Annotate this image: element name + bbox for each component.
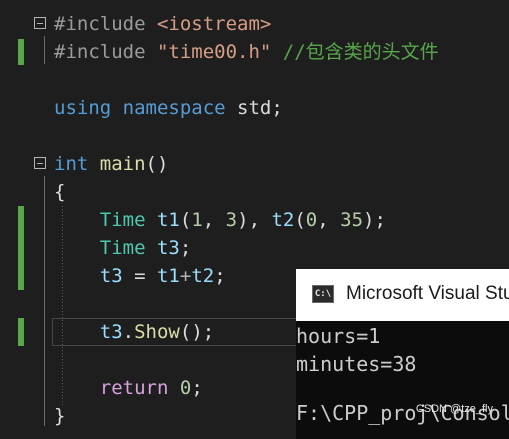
code-token: 35 <box>340 209 364 231</box>
code-line[interactable]: int main() <box>0 150 509 178</box>
code-token: { <box>54 181 66 203</box>
code-token: #include <box>54 41 157 63</box>
code-token: 1 <box>191 209 203 231</box>
code-line[interactable]: Time t1(1, 3), t2(0, 35); <box>0 206 509 234</box>
code-text: #include <iostream> <box>54 10 271 38</box>
code-token: <iostream> <box>156 13 272 35</box>
code-text: using namespace std; <box>54 94 283 122</box>
indent-guide <box>62 206 63 406</box>
code-token: int <box>54 153 89 175</box>
code-token: using <box>54 97 112 119</box>
code-text: } <box>54 402 65 429</box>
code-text: t3 = t1+t2; <box>54 262 226 290</box>
code-token: "time00.h" <box>156 41 283 63</box>
code-token: t1 <box>156 265 180 287</box>
code-token: ( <box>179 209 192 231</box>
code-token: t1 <box>156 209 180 231</box>
code-token: ; <box>214 265 226 287</box>
change-bar <box>18 318 24 346</box>
code-line[interactable]: using namespace std; <box>0 94 509 122</box>
code-text: { <box>54 178 65 206</box>
code-text: Time t3; <box>54 234 192 262</box>
code-token: #include <box>54 13 157 35</box>
console-title: Microsoft Visual Studio 调试控制台 <box>346 283 509 304</box>
code-token: + <box>179 265 192 287</box>
code-token: return <box>99 377 169 399</box>
code-token: , <box>317 209 341 231</box>
current-line-highlight <box>52 318 302 346</box>
code-token: ); <box>363 209 386 231</box>
code-token: } <box>54 405 66 427</box>
console-titlebar[interactable]: C:\ Microsoft Visual Studio 调试控制台 <box>296 269 509 321</box>
code-text: Time t1(1, 3), t2(0, 35); <box>54 206 386 234</box>
code-token: ; <box>179 237 192 259</box>
change-bar <box>18 206 24 290</box>
code-token: namespace <box>122 97 226 119</box>
code-token: //包含类的头文件 <box>282 41 439 63</box>
code-line[interactable]: #include "time00.h" //包含类的头文件 <box>0 38 509 66</box>
code-token: ( <box>294 209 306 231</box>
code-token: , <box>202 209 226 231</box>
code-line[interactable]: Time t3; <box>0 234 509 262</box>
code-token: t2 <box>271 209 295 231</box>
code-token: Time <box>99 237 146 259</box>
console-output-line: hours=1 <box>296 324 381 348</box>
fold-toggle-icon[interactable] <box>34 17 46 29</box>
code-text: return 0; <box>54 374 203 402</box>
code-line[interactable] <box>0 122 509 150</box>
code-line[interactable]: { <box>0 178 509 206</box>
code-token: t3 <box>99 265 123 287</box>
code-token: ; <box>191 377 203 399</box>
change-bar <box>18 39 24 65</box>
code-token: ), <box>237 209 272 231</box>
code-token: Time <box>99 209 146 231</box>
code-line[interactable] <box>0 66 509 94</box>
code-text: #include "time00.h" //包含类的头文件 <box>54 38 439 66</box>
code-token: main <box>99 153 146 175</box>
console-app-icon: C:\ <box>312 285 334 303</box>
fold-toggle-icon[interactable] <box>34 157 46 169</box>
code-token: t2 <box>191 265 215 287</box>
watermark: CSDN @tze_fly <box>415 403 493 415</box>
code-token: 0 <box>179 377 192 399</box>
fold-guide <box>44 36 45 64</box>
code-text: int main() <box>54 150 168 178</box>
code-token: 3 <box>225 209 238 231</box>
code-token: = <box>122 265 157 287</box>
console-output-line: minutes=38 <box>296 352 417 376</box>
code-token: t3 <box>156 237 180 259</box>
code-line[interactable]: #include <iostream> <box>0 10 509 38</box>
code-token: 0 <box>305 209 318 231</box>
code-token: () <box>145 153 169 175</box>
code-token: std; <box>225 97 283 119</box>
fold-guide <box>44 176 45 426</box>
